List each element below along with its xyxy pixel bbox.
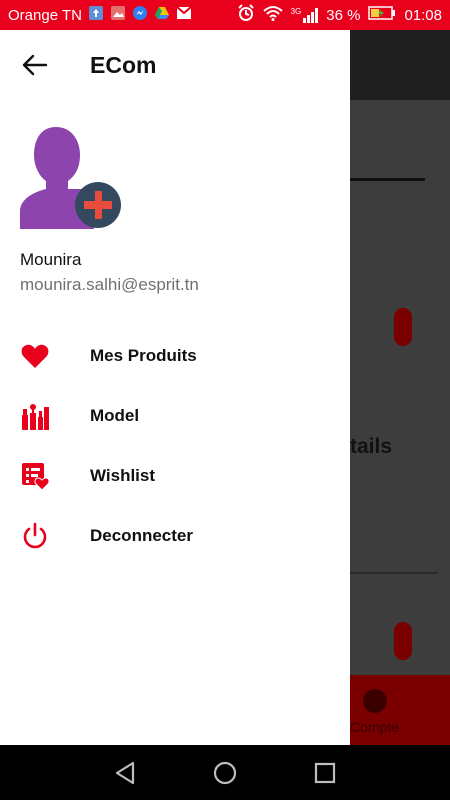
wishlist-icon bbox=[20, 461, 50, 491]
home-circle-icon[interactable] bbox=[211, 759, 239, 787]
user-email: mounira.salhi@esprit.tn bbox=[20, 275, 199, 294]
user-name: Mounira bbox=[20, 250, 82, 269]
navigation-drawer: ECom Mounira mounira.salhi@esprit.tn Mes… bbox=[0, 30, 350, 745]
gmail-icon bbox=[176, 6, 192, 24]
power-icon bbox=[20, 521, 50, 551]
cart-button-1 bbox=[394, 308, 412, 346]
clock: 01:08 bbox=[404, 6, 442, 24]
battery-percent: 36 % bbox=[326, 6, 361, 24]
menu-item-label: Wishlist bbox=[90, 466, 156, 485]
network-type: 3G bbox=[290, 7, 302, 16]
battery-icon bbox=[368, 5, 396, 25]
background-divider bbox=[350, 178, 425, 181]
signal-icon: 3G bbox=[291, 7, 319, 23]
background-nav-label: Compte bbox=[350, 719, 400, 735]
menu-item-mes-produits[interactable]: Mes Produits bbox=[0, 326, 350, 386]
background-title: tails bbox=[350, 435, 393, 458]
menu-item-label: Deconnecter bbox=[90, 526, 193, 545]
menu-item-wishlist[interactable]: Wishlist bbox=[0, 446, 350, 506]
profile-avatar[interactable] bbox=[18, 125, 124, 231]
menu-item-deconnecter[interactable]: Deconnecter bbox=[0, 506, 350, 566]
background-divider-2 bbox=[350, 572, 438, 574]
menu-item-model[interactable]: Model bbox=[0, 386, 350, 446]
recents-square-icon[interactable] bbox=[311, 759, 339, 787]
account-icon bbox=[363, 689, 387, 713]
carrier-name: Orange TN bbox=[8, 6, 82, 24]
drawer-title: ECom bbox=[90, 52, 157, 78]
cart-button-2 bbox=[394, 622, 412, 660]
notification-icon bbox=[88, 5, 104, 25]
system-nav-bar bbox=[0, 745, 450, 800]
gallery-icon bbox=[110, 5, 126, 25]
alarm-icon bbox=[237, 4, 255, 26]
back-arrow-icon[interactable] bbox=[20, 52, 50, 78]
drive-icon bbox=[154, 5, 170, 25]
menu-item-label: Model bbox=[90, 406, 140, 425]
menu-item-label: Mes Produits bbox=[90, 346, 197, 365]
heart-icon bbox=[20, 341, 50, 371]
back-triangle-icon[interactable] bbox=[111, 759, 139, 787]
tools-icon bbox=[20, 401, 50, 431]
wifi-icon bbox=[262, 5, 283, 25]
messenger-icon bbox=[132, 5, 148, 25]
status-bar: Orange TN 3G 36 % 01:08 bbox=[0, 0, 450, 30]
